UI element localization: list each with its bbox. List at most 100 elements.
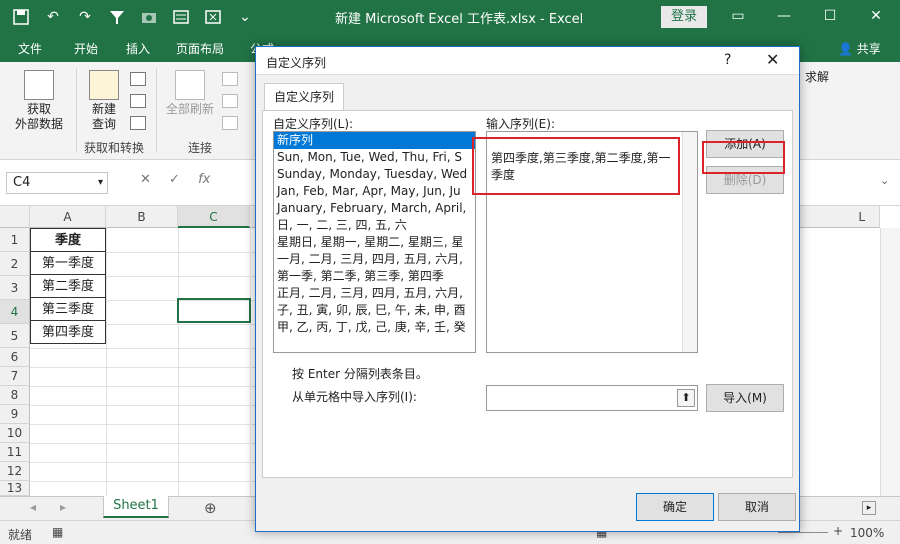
tab-custom-lists[interactable]: 自定义序列 bbox=[264, 83, 344, 111]
zoom-level[interactable]: 100% bbox=[850, 526, 884, 540]
cell-a5[interactable]: 第四季度 bbox=[30, 320, 106, 344]
dialog-title-bar: 自定义序列 ? ✕ bbox=[256, 47, 799, 75]
tab-file[interactable]: 文件 bbox=[18, 40, 42, 57]
edit-links-icon[interactable] bbox=[222, 116, 238, 130]
help-icon[interactable]: ? bbox=[724, 52, 731, 68]
login-button[interactable]: 登录 bbox=[661, 6, 707, 28]
recent-sources-icon[interactable] bbox=[130, 116, 146, 130]
grid-line bbox=[30, 386, 260, 387]
spreadsheet-icon[interactable] bbox=[202, 6, 224, 28]
row-header-8[interactable]: 8 bbox=[0, 386, 30, 405]
form-icon[interactable] bbox=[170, 6, 192, 28]
redo-icon[interactable]: ↷ bbox=[74, 6, 96, 28]
refresh-icon bbox=[175, 70, 205, 100]
list-item[interactable]: 新序列 bbox=[274, 132, 475, 149]
column-header-b[interactable]: B bbox=[106, 206, 178, 228]
tab-page-layout[interactable]: 页面布局 bbox=[176, 40, 224, 57]
select-all-corner[interactable] bbox=[0, 206, 30, 228]
list-item[interactable]: 子, 丑, 寅, 卯, 辰, 巳, 午, 未, 申, 酉 bbox=[274, 302, 475, 319]
cell-a2[interactable]: 第一季度 bbox=[30, 251, 106, 275]
custom-lists-listbox[interactable]: 新序列 Sun, Mon, Tue, Wed, Thu, Fri, S Sund… bbox=[273, 131, 476, 353]
vertical-scrollbar[interactable] bbox=[880, 228, 900, 496]
row-header-3[interactable]: 3 bbox=[0, 276, 30, 300]
connections-icon[interactable] bbox=[222, 72, 238, 86]
filter-icon[interactable] bbox=[106, 6, 128, 28]
solver-button[interactable]: 求解 bbox=[802, 70, 832, 85]
cell-a1[interactable]: 季度 bbox=[30, 228, 106, 252]
list-entries-scrollbar[interactable] bbox=[682, 132, 697, 352]
grid-line bbox=[30, 405, 260, 406]
row-header-4[interactable]: 4 bbox=[0, 300, 30, 324]
ribbon-separator bbox=[156, 68, 157, 152]
row-header-7[interactable]: 7 bbox=[0, 367, 30, 386]
new-query-button[interactable]: 新建 查询 bbox=[82, 70, 126, 132]
row-header-12[interactable]: 12 bbox=[0, 462, 30, 481]
cell-a4[interactable]: 第三季度 bbox=[30, 297, 106, 321]
enter-icon[interactable]: ✓ bbox=[169, 172, 180, 187]
customize-qat-icon[interactable]: ⌄ bbox=[234, 6, 256, 28]
list-item[interactable]: 第一季, 第二季, 第三季, 第四季 bbox=[274, 268, 475, 285]
list-item[interactable]: 一月, 二月, 三月, 四月, 五月, 六月, bbox=[274, 251, 475, 268]
scroll-sheets-right-icon[interactable]: ▸ bbox=[60, 500, 66, 514]
grid-line bbox=[178, 228, 179, 496]
list-item[interactable]: Sun, Mon, Tue, Wed, Thu, Fri, S bbox=[274, 149, 475, 166]
list-item[interactable]: Jan, Feb, Mar, Apr, May, Jun, Ju bbox=[274, 183, 475, 200]
macro-record-icon[interactable]: ▦ bbox=[52, 525, 63, 539]
collapse-dialog-icon[interactable]: ⬆ bbox=[677, 389, 695, 407]
grid-line bbox=[30, 424, 260, 425]
save-icon[interactable] bbox=[10, 6, 32, 28]
row-header-2[interactable]: 2 bbox=[0, 252, 30, 276]
from-table-icon[interactable] bbox=[130, 94, 146, 108]
column-header-a[interactable]: A bbox=[30, 206, 106, 228]
add-sheet-icon[interactable]: ⊕ bbox=[204, 499, 217, 517]
maximize-icon[interactable]: ☐ bbox=[810, 4, 850, 28]
scroll-sheets-left-icon[interactable]: ◂ bbox=[30, 500, 36, 514]
zoom-in-icon[interactable]: + bbox=[833, 524, 843, 538]
tab-insert[interactable]: 插入 bbox=[126, 40, 150, 57]
ok-button[interactable]: 确定 bbox=[636, 493, 714, 521]
fx-icon[interactable]: fx bbox=[198, 172, 210, 187]
scroll-right-icon[interactable]: ▸ bbox=[862, 501, 876, 515]
row-header-11[interactable]: 11 bbox=[0, 443, 30, 462]
share-button[interactable]: 👤 共享 bbox=[838, 40, 881, 57]
row-header-10[interactable]: 10 bbox=[0, 424, 30, 443]
list-item[interactable]: 星期日, 星期一, 星期二, 星期三, 星 bbox=[274, 234, 475, 251]
zoom-slider[interactable] bbox=[778, 532, 828, 533]
dialog-close-icon[interactable]: ✕ bbox=[766, 50, 779, 69]
row-header-1[interactable]: 1 bbox=[0, 228, 30, 252]
refresh-all-button[interactable]: 全部刷新 bbox=[162, 70, 218, 117]
properties-icon[interactable] bbox=[222, 94, 238, 108]
get-external-data-button[interactable]: 获取 外部数据 bbox=[8, 70, 70, 132]
import-range-input[interactable]: ⬆ bbox=[486, 385, 698, 411]
list-item[interactable]: January, February, March, April, bbox=[274, 200, 475, 217]
row-header-13[interactable]: 13 bbox=[0, 481, 30, 496]
close-icon[interactable]: ✕ bbox=[856, 4, 896, 28]
column-header-l[interactable]: L bbox=[800, 206, 880, 228]
sheet-tab-sheet1[interactable]: Sheet1 bbox=[103, 496, 169, 518]
grid-line bbox=[30, 348, 260, 349]
ribbon-display-icon[interactable]: ▭ bbox=[718, 4, 758, 28]
cancel-button[interactable]: 取消 bbox=[718, 493, 796, 521]
list-item[interactable]: 正月, 二月, 三月, 四月, 五月, 六月, bbox=[274, 285, 475, 302]
row-header-6[interactable]: 6 bbox=[0, 348, 30, 367]
grid-line bbox=[30, 462, 260, 463]
chevron-down-icon[interactable]: ▾ bbox=[98, 173, 103, 193]
list-item[interactable]: Sunday, Monday, Tuesday, Wed bbox=[274, 166, 475, 183]
minimize-icon[interactable]: — bbox=[764, 4, 804, 28]
column-header-c[interactable]: C bbox=[178, 206, 250, 228]
list-item[interactable]: 日, 一, 二, 三, 四, 五, 六 bbox=[274, 217, 475, 234]
name-box[interactable]: C4 ▾ bbox=[6, 172, 108, 194]
row-header-9[interactable]: 9 bbox=[0, 405, 30, 424]
import-button[interactable]: 导入(M) bbox=[706, 384, 784, 412]
undo-icon[interactable]: ↶ bbox=[42, 6, 64, 28]
expand-formula-icon[interactable]: ⌄ bbox=[880, 174, 889, 187]
cell-a3[interactable]: 第二季度 bbox=[30, 274, 106, 298]
cancel-icon[interactable]: ✕ bbox=[140, 172, 151, 187]
row-header-5[interactable]: 5 bbox=[0, 324, 30, 348]
selected-cell-c4[interactable] bbox=[177, 298, 251, 323]
show-queries-icon[interactable] bbox=[130, 72, 146, 86]
tab-home[interactable]: 开始 bbox=[74, 40, 98, 57]
camera-icon[interactable] bbox=[138, 6, 160, 28]
status-ready: 就绪 bbox=[8, 528, 33, 542]
list-item[interactable]: 甲, 乙, 丙, 丁, 戊, 己, 庚, 辛, 壬, 癸 bbox=[274, 319, 475, 336]
